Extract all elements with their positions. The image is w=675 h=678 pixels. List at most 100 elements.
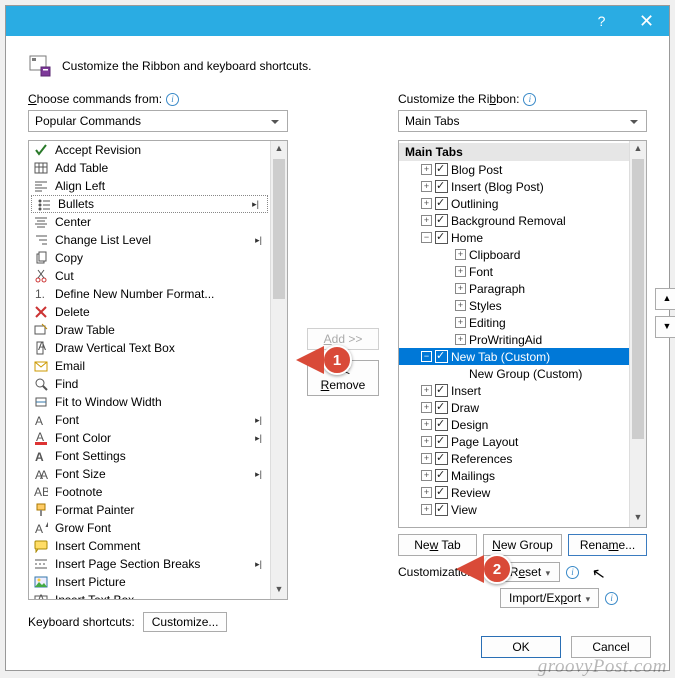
- expand-icon[interactable]: [421, 385, 432, 396]
- expand-icon[interactable]: [421, 487, 432, 498]
- customize-shortcuts-button[interactable]: Customize...: [143, 612, 228, 632]
- tree-item[interactable]: Paragraph: [399, 280, 629, 297]
- command-item[interactable]: Email: [29, 357, 270, 375]
- tree-item[interactable]: Review: [399, 484, 629, 501]
- command-item[interactable]: Find: [29, 375, 270, 393]
- command-item[interactable]: AFont▸|: [29, 411, 270, 429]
- expand-icon[interactable]: [421, 470, 432, 481]
- tree-item[interactable]: Font: [399, 263, 629, 280]
- new-tab-button[interactable]: New Tab: [398, 534, 477, 556]
- checkbox[interactable]: [435, 231, 448, 244]
- expand-icon[interactable]: [421, 453, 432, 464]
- tree-item[interactable]: Draw: [399, 399, 629, 416]
- tree-item[interactable]: New Group (Custom): [399, 365, 629, 382]
- checkbox[interactable]: [435, 486, 448, 499]
- command-item[interactable]: 1.Define New Number Format...: [29, 285, 270, 303]
- expand-icon[interactable]: [455, 300, 466, 311]
- checkbox[interactable]: [435, 401, 448, 414]
- tree-item[interactable]: ProWritingAid: [399, 331, 629, 348]
- scroll-down-icon[interactable]: [630, 510, 646, 527]
- move-down-button[interactable]: ▼: [655, 316, 675, 338]
- command-item[interactable]: Draw Table: [29, 321, 270, 339]
- expand-icon[interactable]: [421, 504, 432, 515]
- tree-item[interactable]: Design: [399, 416, 629, 433]
- command-item[interactable]: ADraw Vertical Text Box: [29, 339, 270, 357]
- ok-button[interactable]: OK: [481, 636, 561, 658]
- command-item[interactable]: Cut: [29, 267, 270, 285]
- command-item[interactable]: Insert Comment: [29, 537, 270, 555]
- command-item[interactable]: AFont Settings: [29, 447, 270, 465]
- tree-item[interactable]: Blog Post: [399, 161, 629, 178]
- tree-item[interactable]: New Tab (Custom): [399, 348, 629, 365]
- checkbox[interactable]: [435, 469, 448, 482]
- scroll-up-icon[interactable]: [271, 141, 287, 158]
- expand-icon[interactable]: [421, 198, 432, 209]
- command-item[interactable]: Bullets▸|: [31, 195, 268, 213]
- command-item[interactable]: AInsert Text Box: [29, 591, 270, 600]
- tree-item[interactable]: Outlining: [399, 195, 629, 212]
- rename-button[interactable]: Rename...: [568, 534, 647, 556]
- checkbox[interactable]: [435, 214, 448, 227]
- expand-icon[interactable]: [421, 402, 432, 413]
- checkbox[interactable]: [435, 197, 448, 210]
- command-item[interactable]: Change List Level▸|: [29, 231, 270, 249]
- checkbox[interactable]: [435, 435, 448, 448]
- expand-icon[interactable]: [455, 249, 466, 260]
- expand-icon[interactable]: [421, 351, 432, 362]
- command-item[interactable]: Center: [29, 213, 270, 231]
- expand-icon[interactable]: [455, 283, 466, 294]
- info-icon[interactable]: [523, 93, 536, 106]
- checkbox[interactable]: [435, 503, 448, 516]
- command-item[interactable]: Insert Picture: [29, 573, 270, 591]
- expand-icon[interactable]: [421, 181, 432, 192]
- customize-ribbon-combo[interactable]: Main Tabs: [398, 110, 647, 132]
- checkbox[interactable]: [435, 163, 448, 176]
- command-item[interactable]: Delete: [29, 303, 270, 321]
- choose-commands-combo[interactable]: Popular Commands: [28, 110, 288, 132]
- ribbon-tree[interactable]: Main Tabs Blog PostInsert (Blog Post)Out…: [398, 140, 647, 528]
- command-item[interactable]: Insert Page Section Breaks▸|: [29, 555, 270, 573]
- command-item[interactable]: AB¹Footnote: [29, 483, 270, 501]
- scroll-down-icon[interactable]: [271, 582, 287, 599]
- tree-item[interactable]: View: [399, 501, 629, 518]
- command-item[interactable]: Fit to Window Width: [29, 393, 270, 411]
- command-item[interactable]: Align Left: [29, 177, 270, 195]
- scrollbar[interactable]: [629, 141, 646, 527]
- command-item[interactable]: Format Painter: [29, 501, 270, 519]
- close-icon[interactable]: ✕: [624, 6, 669, 36]
- help-icon[interactable]: ?: [579, 6, 624, 36]
- info-icon[interactable]: [605, 592, 618, 605]
- new-group-button[interactable]: New Group: [483, 534, 562, 556]
- move-up-button[interactable]: ▲: [655, 288, 675, 310]
- checkbox[interactable]: [435, 418, 448, 431]
- command-item[interactable]: Copy: [29, 249, 270, 267]
- command-item[interactable]: AAFont Size▸|: [29, 465, 270, 483]
- expand-icon[interactable]: [455, 368, 466, 379]
- scroll-up-icon[interactable]: [630, 141, 646, 158]
- expand-icon[interactable]: [421, 232, 432, 243]
- tree-item[interactable]: Insert: [399, 382, 629, 399]
- tree-item[interactable]: References: [399, 450, 629, 467]
- checkbox[interactable]: [435, 452, 448, 465]
- tree-item[interactable]: Home: [399, 229, 629, 246]
- scrollbar[interactable]: [270, 141, 287, 599]
- commands-listbox[interactable]: Accept RevisionAdd TableAlign LeftBullet…: [28, 140, 288, 600]
- info-icon[interactable]: [566, 566, 579, 579]
- command-item[interactable]: Accept Revision: [29, 141, 270, 159]
- command-item[interactable]: A▲Grow Font: [29, 519, 270, 537]
- checkbox[interactable]: [435, 384, 448, 397]
- expand-icon[interactable]: [455, 317, 466, 328]
- expand-icon[interactable]: [421, 215, 432, 226]
- tree-item[interactable]: Mailings: [399, 467, 629, 484]
- checkbox[interactable]: [435, 350, 448, 363]
- checkbox[interactable]: [435, 180, 448, 193]
- expand-icon[interactable]: [455, 334, 466, 345]
- import-export-button[interactable]: Import/Export: [500, 588, 599, 608]
- cancel-button[interactable]: Cancel: [571, 636, 651, 658]
- scroll-thumb[interactable]: [273, 159, 285, 299]
- expand-icon[interactable]: [421, 436, 432, 447]
- expand-icon[interactable]: [455, 266, 466, 277]
- info-icon[interactable]: [166, 93, 179, 106]
- expand-icon[interactable]: [421, 164, 432, 175]
- tree-item[interactable]: Styles: [399, 297, 629, 314]
